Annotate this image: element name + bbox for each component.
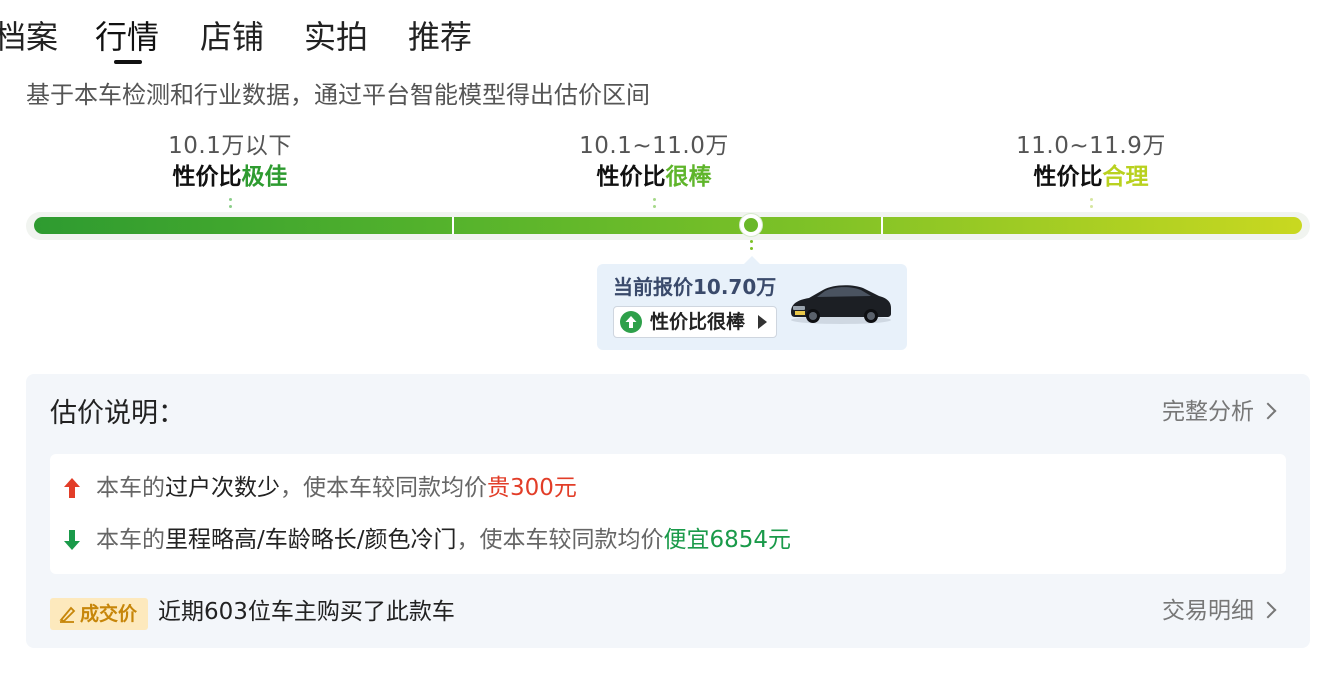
bar-separator	[881, 217, 883, 234]
tab-bar: 档案 行情 店铺 实拍 推荐	[0, 0, 1336, 70]
range-price: 11.0~11.9万	[1016, 133, 1166, 159]
chevron-right-icon	[1259, 402, 1277, 420]
panel-title: 估价说明：	[50, 398, 185, 429]
range-reasonable: 11.0~11.9万 性价比合理	[991, 130, 1191, 208]
full-analysis-link[interactable]: 完整分析	[1162, 396, 1277, 428]
deal-price-badge: 成交价	[50, 598, 148, 630]
tab-archive[interactable]: 档案	[0, 14, 58, 60]
reasons-list: 本车的过户次数少，使本车较同款均价贵300元 本车的里程略高/车龄略长/颜色冷门…	[50, 454, 1286, 574]
arrow-up-icon	[64, 478, 80, 498]
arrow-down-icon	[64, 530, 80, 550]
pen-icon	[59, 606, 76, 623]
tab-store[interactable]: 店铺	[200, 14, 264, 60]
marker-dots	[750, 240, 753, 250]
current-price-card: 当前报价10.70万 性价比很棒	[597, 264, 907, 350]
value-rating-button[interactable]: 性价比很棒	[613, 306, 777, 338]
car-image	[791, 285, 891, 324]
arrow-up-circle-icon	[620, 311, 642, 333]
range-price: 10.1万以下	[168, 133, 292, 159]
tab-market[interactable]: 行情	[95, 14, 159, 60]
range-price: 10.1~11.0万	[579, 133, 729, 159]
range-tag: 性价比合理	[1033, 164, 1149, 190]
chevron-right-icon	[1259, 601, 1277, 619]
bar-separator	[452, 217, 454, 234]
current-price-label: 当前报价10.70万	[613, 275, 777, 299]
range-dots	[1089, 198, 1093, 208]
range-tag: 性价比很棒	[596, 164, 712, 190]
range-tag: 性价比极佳	[172, 164, 288, 190]
trade-detail-link[interactable]: 交易明细	[1162, 595, 1277, 627]
play-triangle-icon	[758, 315, 767, 329]
valuation-explanation-panel: 估价说明： 完整分析 本车的过户次数少，使本车较同款均价贵300元 本车的里程略…	[26, 374, 1310, 648]
range-excellent: 10.1万以下 性价比极佳	[130, 130, 330, 208]
range-dots	[228, 198, 232, 208]
range-dots	[652, 198, 656, 208]
range-great: 10.1~11.0万 性价比很棒	[554, 130, 754, 208]
price-bar	[34, 217, 1302, 234]
active-tab-indicator	[114, 60, 142, 64]
valuation-subtitle: 基于本车检测和行业数据，通过平台智能模型得出估价区间	[26, 81, 650, 109]
tab-recommend[interactable]: 推荐	[408, 14, 472, 60]
deal-count-text: 近期603位车主购买了此款车	[158, 599, 455, 625]
value-rating-label: 性价比很棒	[650, 311, 746, 333]
current-price-marker	[740, 214, 762, 236]
tab-photos[interactable]: 实拍	[304, 14, 368, 60]
